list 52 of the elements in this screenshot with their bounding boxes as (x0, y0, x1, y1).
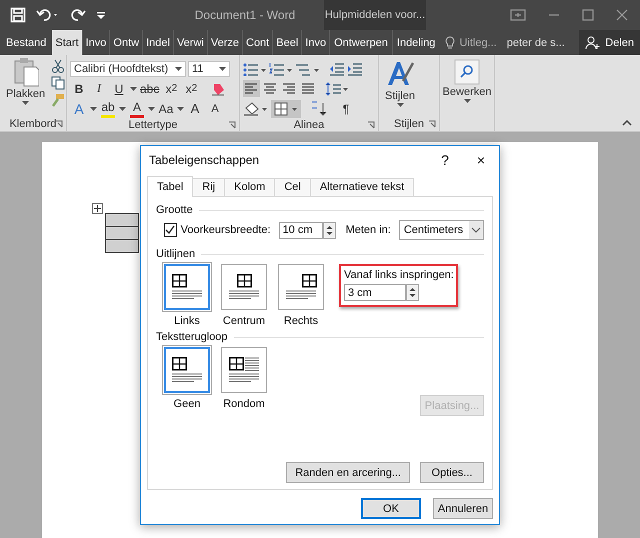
show-formatting-button[interactable]: ¶ (337, 100, 355, 118)
borders-shading-button[interactable]: Randen en arcering... (286, 462, 410, 483)
strikethrough-button[interactable]: abc (139, 80, 160, 98)
checkbox-label: Voorkeursbreedte: (180, 224, 271, 236)
group-label: Lettertype (128, 118, 178, 130)
dialog-tab[interactable]: Kolom (224, 178, 276, 196)
unit-dropdown[interactable]: Centimeters (398, 220, 484, 240)
account-name[interactable]: peter de s... (506, 36, 565, 48)
dialog-title: Tabeleigenschappen (149, 152, 260, 166)
field-label: Vanaf links inspringen: (344, 269, 454, 281)
dialog-tab[interactable]: Tabel (147, 176, 194, 197)
font-color-button[interactable]: A (128, 98, 146, 119)
bold-button[interactable]: B (70, 80, 88, 98)
value-field[interactable]: 10 cm (278, 222, 323, 238)
option-label: Rondom (223, 398, 265, 410)
italic-button[interactable]: I (90, 80, 108, 98)
options-button[interactable]: Opties... (420, 462, 484, 483)
group-label: Klembord (9, 118, 57, 130)
shrink-font-button[interactable]: A (206, 100, 224, 118)
close-button[interactable]: × (463, 152, 499, 168)
share-button[interactable]: Delen (579, 30, 640, 55)
styles-button[interactable]: Stijlen (382, 57, 418, 117)
underline-button[interactable]: U (110, 80, 128, 98)
grow-font-button[interactable]: A (186, 100, 204, 118)
option-label: Links (174, 315, 200, 327)
option-label: Geen (174, 398, 200, 410)
section-heading: Grootte (156, 204, 193, 216)
group-label: Alinea (294, 118, 324, 130)
ok-button[interactable]: OK (361, 498, 421, 519)
window-title: Document1 - Word (194, 8, 296, 22)
cancel-button[interactable]: Annuleren (433, 498, 493, 519)
paste-button[interactable]: Plakken (3, 57, 48, 117)
group-label: Stijlen (394, 118, 424, 130)
dialog-tab[interactable]: Alternatieve tekst (310, 178, 414, 196)
help-button[interactable]: ? (427, 152, 463, 168)
ribbon-tab[interactable]: Bestand (0, 30, 52, 55)
highlight-button[interactable]: ab (99, 98, 117, 119)
option-label: Centrum (222, 315, 266, 327)
tell-me-field[interactable]: Uitleg... (459, 36, 497, 48)
ribbon-tab[interactable]: Start (52, 30, 82, 55)
field-label: Meten in: (346, 224, 391, 236)
option-label: Rechts (284, 315, 318, 327)
value-field[interactable]: 3 cm (344, 284, 406, 301)
section-heading: Uitlijnen (156, 248, 196, 260)
font-size-dropdown[interactable]: 11 (188, 60, 230, 76)
dialog-tab[interactable]: Rij (192, 178, 226, 196)
change-case-button[interactable]: Aa (157, 100, 175, 118)
editing-button[interactable]: Bewerken (443, 57, 491, 103)
context-title: Hulpmiddelen voor... (324, 9, 426, 21)
dialog-tab[interactable]: Cel (274, 178, 311, 196)
section-heading: Tekstterugloop (156, 331, 228, 343)
font-name-dropdown[interactable]: Calibri (Hoofdtekst) (70, 60, 186, 76)
